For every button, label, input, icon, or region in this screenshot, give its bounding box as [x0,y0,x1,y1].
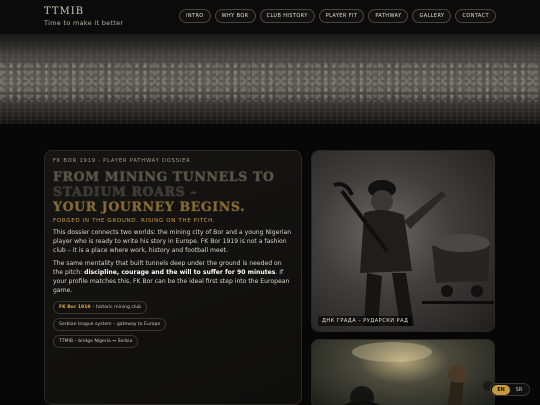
main-nav: INTRO WHY BOR CLUB HISTORY PLAYER FIT PA… [178,9,496,23]
site-logo[interactable]: TTMIB [44,6,123,17]
nav-intro[interactable]: INTRO [178,9,211,23]
dossier-headline: FROM MINING TUNNELS TO STADIUM ROARS – Y… [53,169,293,214]
dossier-chips: FK Bor 1919 – historic mining club Serbi… [53,301,253,348]
chip-ttmib-bridge: TTMIB – bridge Nigeria ↔ Serbia [53,335,139,348]
top-navbar: TTMIB Time to make it better INTRO WHY B… [0,0,540,34]
chip-fk-bor: FK Bor 1919 – historic mining club [53,301,148,314]
nav-contact[interactable]: CONTACT [455,9,496,23]
brand[interactable]: TTMIB Time to make it better [44,6,123,27]
chip-text: – historic mining club [90,305,142,310]
lang-sr-button[interactable]: SR [510,385,528,395]
language-switcher: EN SR [490,383,530,396]
site-tagline: Time to make it better [44,19,124,27]
chip-serbian-league: Serbian league system – gateway to Europ… [53,318,167,331]
hero-stadium-banner [0,34,540,124]
miner-photo: ДНК ГРАДА – РУДАРСКИ РАД [311,150,495,332]
headline-line-1: FROM MINING TUNNELS TO [53,169,275,184]
nav-why-bor[interactable]: WHY BOR [214,9,256,23]
dossier-subhead: FORGED IN THE GROUND. RISING ON THE PITC… [53,218,216,224]
nav-pathway[interactable]: PATHWAY [368,9,409,23]
boxer-illustration [343,342,493,405]
nav-club-history[interactable]: CLUB HISTORY [259,9,315,23]
nav-player-fit[interactable]: PLAYER FIT [318,9,365,23]
para2-bold: discipline, courage and the will to suff… [84,269,276,276]
headline-line-3: YOUR JOURNEY BEGINS. [53,199,246,214]
dossier-panel: FK BOR 1919 · PLAYER PATHWAY DOSSIER FRO… [44,150,302,405]
chip-highlight: FK Bor 1919 [59,305,91,310]
lang-en-button[interactable]: EN [492,384,510,395]
miner-photo-caption: ДНК ГРАДА – РУДАРСКИ РАД [318,316,413,326]
headline-line-2: STADIUM ROARS – [53,184,198,199]
dossier-mentality-paragraph: The same mentality that built tunnels de… [53,259,293,295]
boxer-photo [311,339,495,405]
hero-crowd-texture [0,62,540,102]
nav-gallery[interactable]: GALLERY [412,9,452,23]
dossier-kicker: FK BOR 1919 · PLAYER PATHWAY DOSSIER [53,158,191,164]
dossier-intro-paragraph: This dossier connects two worlds: the mi… [53,229,292,254]
miner-illustration [312,151,494,331]
